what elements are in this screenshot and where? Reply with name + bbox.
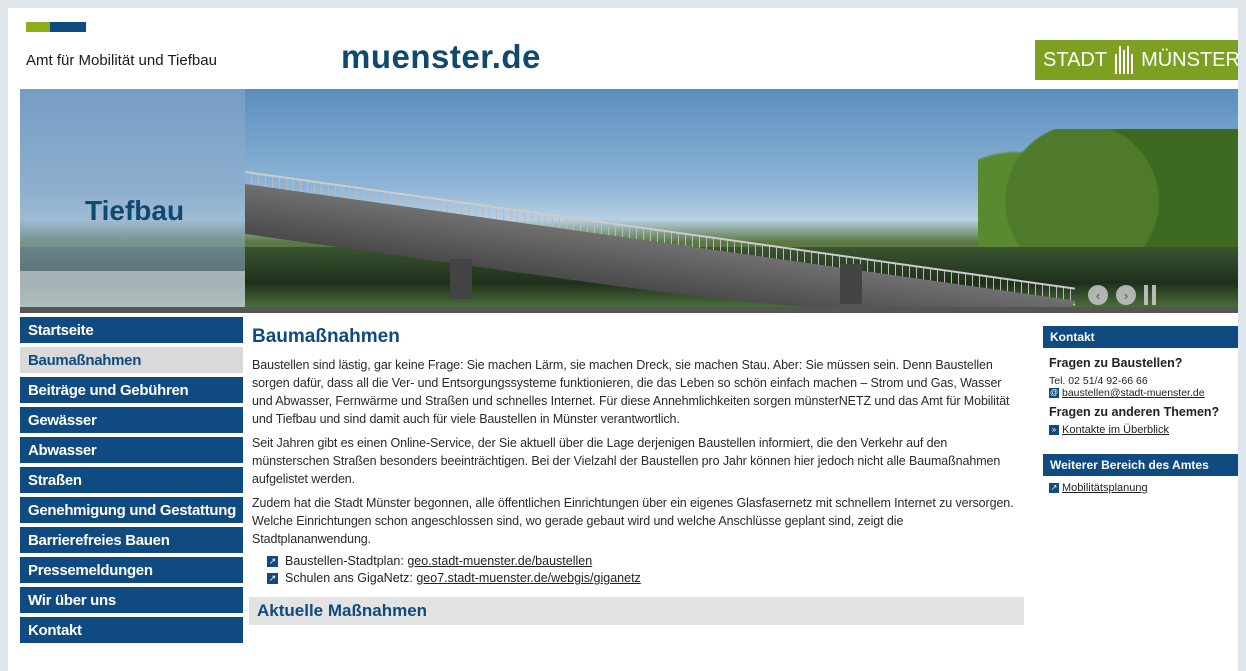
nav-item-barrierefrei[interactable]: Barrierefreies Bauen xyxy=(20,527,243,553)
giganetz-link[interactable]: geo7.stadt-muenster.de/webgis/giganetz xyxy=(416,571,640,585)
link-prefix: Baustellen-Stadtplan: xyxy=(285,554,404,568)
nav-item-beitraege[interactable]: Beiträge und Gebühren xyxy=(20,377,243,403)
contact-box: Fragen zu Baustellen? Tel. 02 51/4 92-66… xyxy=(1043,348,1238,444)
external-link-icon: ↗ xyxy=(1049,483,1059,493)
paragraph: Seit Jahren gibt es einen Online-Service… xyxy=(252,436,1001,486)
link-item: ↗ Schulen ans GigaNetz: geo7.stadt-muens… xyxy=(267,571,1024,585)
banner-divider xyxy=(20,307,1238,313)
page-title: Baumaßnahmen xyxy=(252,326,400,347)
chevron-right-icon[interactable]: › xyxy=(1116,285,1136,305)
double-chevron-icon: » xyxy=(1049,425,1059,435)
email-row: @ baustellen@stadt-muenster.de xyxy=(1049,387,1234,399)
email-icon: @ xyxy=(1049,388,1059,398)
pause-icon[interactable] xyxy=(1144,285,1158,305)
nav-item-strassen[interactable]: Straßen xyxy=(20,467,243,493)
banner-title: Tiefbau xyxy=(85,195,185,226)
city-logo-right: MÜNSTER xyxy=(1141,48,1238,71)
chevron-left-icon[interactable]: ‹ xyxy=(1088,285,1108,305)
nav-item-startseite[interactable]: Startseite xyxy=(20,317,243,343)
mobility-row: ↗ Mobilitätsplanung xyxy=(1049,482,1234,494)
department-logo xyxy=(26,22,86,32)
paragraph: Zudem hat die Stadt Münster begonnen, al… xyxy=(252,496,1014,546)
question-heading: Fragen zu anderen Themen? xyxy=(1049,405,1220,419)
nav-item-presse[interactable]: Pressemeldungen xyxy=(20,557,243,583)
main-navigation: Startseite Baumaßnahmen Beiträge und Geb… xyxy=(20,317,243,647)
external-link-icon: ↗ xyxy=(267,572,278,584)
site-logo[interactable]: muenster.de xyxy=(341,38,541,76)
contacts-row: » Kontakte im Überblick xyxy=(1049,424,1234,436)
page: Amt für Mobilität und Tiefbau muenster.d… xyxy=(8,8,1238,671)
more-box: ↗ Mobilitätsplanung xyxy=(1043,476,1238,502)
department-name[interactable]: Amt für Mobilität und Tiefbau xyxy=(26,52,217,69)
mobility-link[interactable]: Mobilitätsplanung xyxy=(1062,482,1148,494)
contact-box-title: Kontakt xyxy=(1043,326,1238,348)
phone-number: Tel. 02 51/4 92-66 66 xyxy=(1049,375,1148,387)
city-logo[interactable]: STADT MÜNSTER xyxy=(1035,40,1238,80)
cathedral-icon xyxy=(1115,46,1134,74)
more-box-title: Weiterer Bereich des Amtes xyxy=(1043,454,1238,476)
sidebar: Kontakt Fragen zu Baustellen? Tel. 02 51… xyxy=(1043,326,1238,502)
email-link[interactable]: baustellen@stadt-muenster.de xyxy=(1062,387,1205,399)
paragraph: Baustellen sind lästig, gar keine Frage:… xyxy=(252,358,1010,426)
link-item: ↗ Baustellen-Stadtplan: geo.stadt-muenst… xyxy=(267,554,1024,568)
city-logo-left: STADT xyxy=(1043,48,1108,71)
main-content: Baumaßnahmen Baustellen sind lästig, gar… xyxy=(249,324,1024,625)
baustellen-link[interactable]: geo.stadt-muenster.de/baustellen xyxy=(407,554,592,568)
section-title: Aktuelle Maßnahmen xyxy=(249,597,1024,625)
nav-item-gewaesser[interactable]: Gewässer xyxy=(20,407,243,433)
slideshow-controls: ‹ › xyxy=(1088,285,1158,305)
header-banner: Tiefbau ‹ › xyxy=(20,89,1238,307)
contacts-link[interactable]: Kontakte im Überblick xyxy=(1062,424,1169,436)
nav-item-abwasser[interactable]: Abwasser xyxy=(20,437,243,463)
nav-item-wir-ueber-uns[interactable]: Wir über uns xyxy=(20,587,243,613)
link-prefix: Schulen ans GigaNetz: xyxy=(285,571,413,585)
external-link-icon: ↗ xyxy=(267,555,278,567)
nav-item-kontakt[interactable]: Kontakt xyxy=(20,617,243,643)
nav-item-baumassnahmen[interactable]: Baumaßnahmen xyxy=(20,347,243,373)
question-heading: Fragen zu Baustellen? xyxy=(1049,356,1183,370)
nav-item-genehmigung[interactable]: Genehmigung und Gestattung xyxy=(20,497,243,523)
